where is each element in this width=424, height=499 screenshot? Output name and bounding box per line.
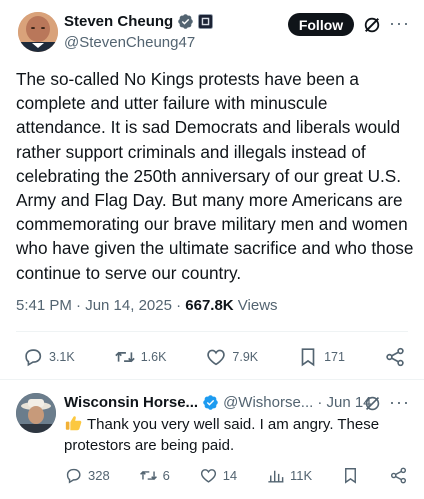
author-name[interactable]: Steven Cheung [64, 13, 173, 30]
reply-views-button[interactable]: 11K [266, 466, 312, 485]
repost-button[interactable]: 1.6K [114, 346, 167, 368]
bookmark-count: 171 [324, 350, 345, 364]
like-count: 7.9K [232, 350, 259, 364]
share-icon [390, 467, 406, 483]
reply-reply-button[interactable]: 328 [64, 466, 110, 485]
flag-badge-icon [198, 14, 214, 29]
repost-count: 1.6K [140, 350, 167, 364]
reply-more-options-button[interactable]: ··· [389, 392, 410, 413]
post-timestamp[interactable]: 5:41 PM · Jun 14, 2025 · [16, 297, 185, 314]
reply-author-avatar[interactable] [16, 393, 56, 433]
share-button[interactable] [384, 346, 406, 368]
reply-share-button[interactable] [389, 466, 408, 485]
divider [16, 331, 408, 332]
reply-like-button[interactable]: 14 [199, 466, 237, 485]
reply-like-count: 14 [222, 467, 238, 483]
like-icon [207, 349, 226, 366]
reply-views-count: 11K [290, 467, 313, 483]
repost-icon [139, 470, 157, 480]
like-button[interactable]: 7.9K [205, 346, 258, 368]
author-handle[interactable]: @StevenCheung47 [64, 34, 195, 51]
reply-bookmark-button[interactable] [341, 466, 360, 485]
verified-badge-icon [178, 14, 193, 29]
bookmark-icon [301, 348, 315, 367]
share-icon [386, 347, 404, 367]
reply-text: Thank you very well said. I am angry. Th… [64, 416, 380, 454]
follow-button[interactable]: Follow [288, 13, 354, 36]
reply-repost-button[interactable]: 6 [139, 466, 170, 485]
divider [0, 379, 424, 380]
reply-text-block: Thank you very well said. I am angry. Th… [64, 414, 414, 456]
verified-badge-icon [203, 395, 218, 410]
reply-author-handle[interactable]: @Wishorse... [223, 394, 313, 411]
reply-icon [25, 349, 42, 367]
grok-icon[interactable] [363, 16, 381, 34]
reply-button[interactable]: 3.1K [22, 346, 75, 368]
reply-icon [66, 468, 81, 483]
reply-actions: 328 6 14 11K [64, 464, 408, 486]
author-avatar[interactable] [18, 12, 58, 52]
reply-count: 3.1K [49, 350, 75, 364]
grok-icon[interactable] [364, 395, 381, 412]
views-label: Views [233, 297, 278, 314]
reply-repost-count: 6 [162, 467, 170, 483]
views-icon [268, 470, 284, 483]
bookmark-button[interactable]: 171 [297, 346, 345, 368]
reply-header: Wisconsin Horse... @Wishorse... · Jun 14 [64, 394, 372, 411]
author-name-row[interactable]: Steven Cheung [64, 13, 214, 30]
reply-reply-count: 328 [88, 467, 110, 483]
views-count: 667.8K [185, 297, 234, 314]
post-meta: 5:41 PM · Jun 14, 2025 · 667.8K Views [16, 297, 278, 314]
bookmark-icon [345, 467, 357, 484]
thumbs-up-emoji [65, 416, 82, 431]
more-options-button[interactable]: ··· [389, 13, 410, 34]
post-actions: 3.1K 1.6K 7.9K 171 [22, 345, 406, 369]
reply-author-name[interactable]: Wisconsin Horse... [64, 394, 198, 411]
like-icon [200, 468, 216, 483]
repost-icon [114, 351, 135, 363]
post-text: The so-called No Kings protests have bee… [16, 69, 414, 283]
